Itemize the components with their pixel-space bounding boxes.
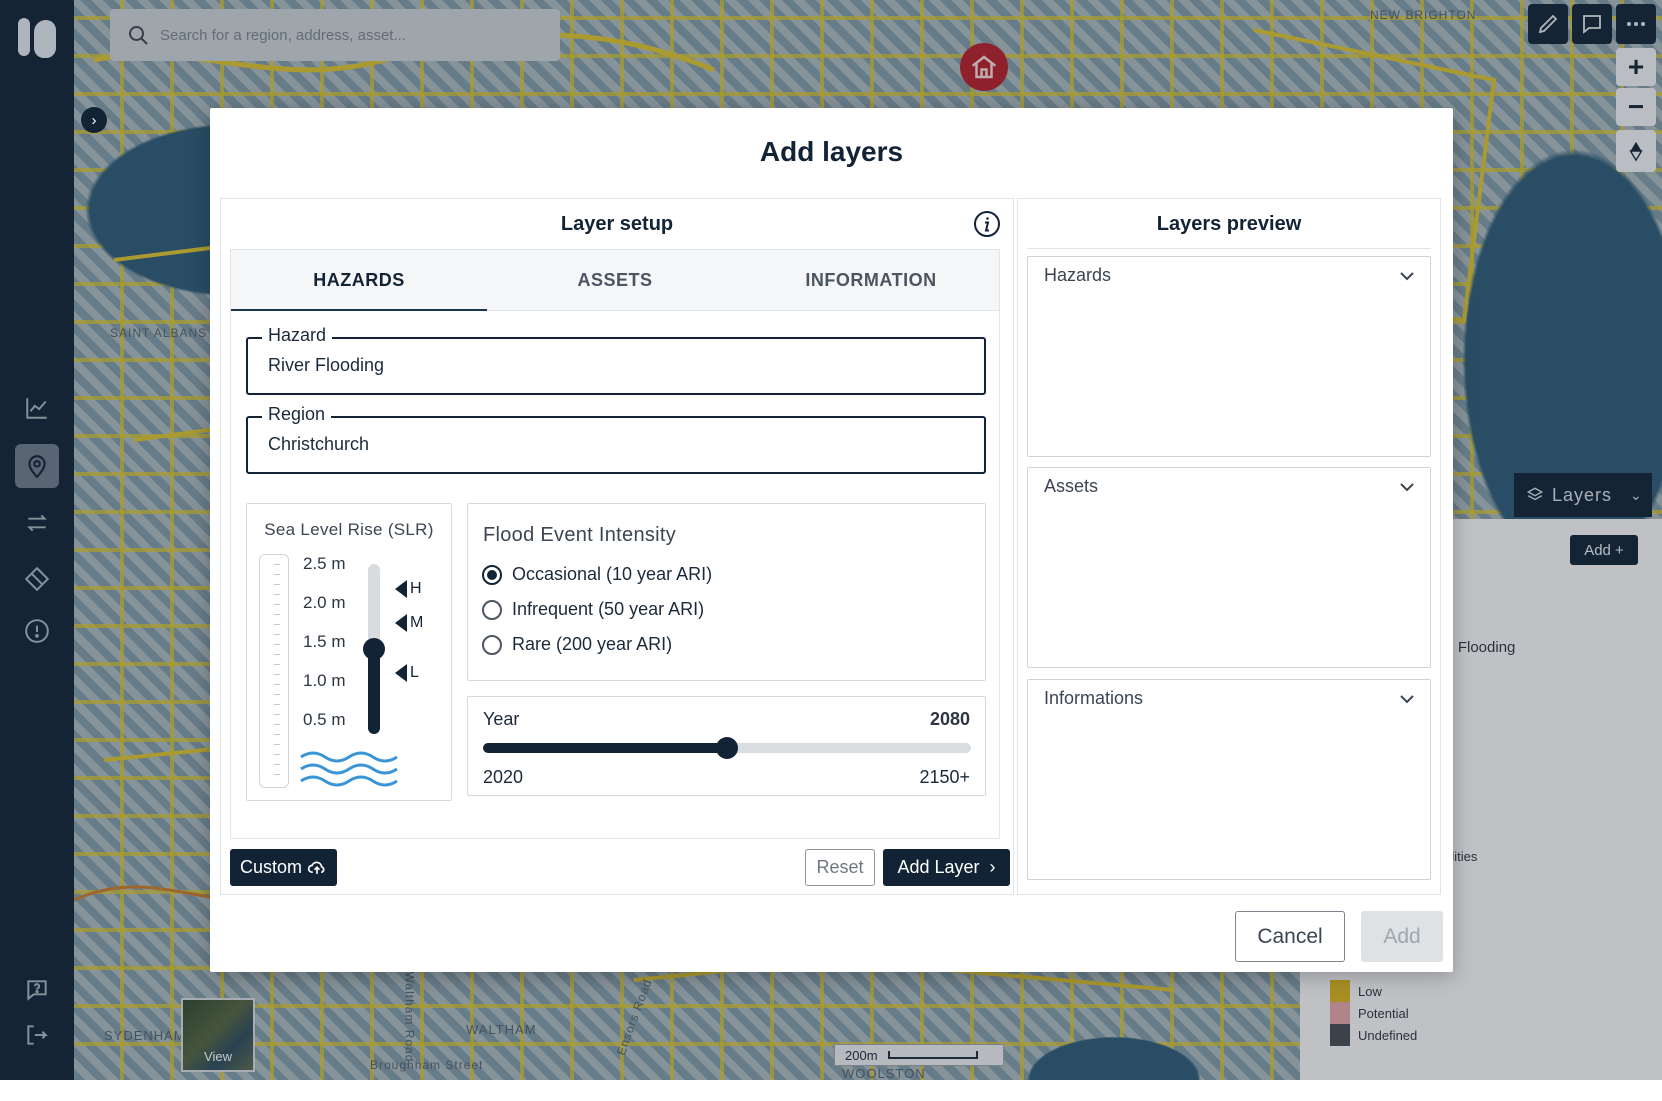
radio-unchecked-icon[interactable] <box>482 599 502 620</box>
chevron-down-icon[interactable] <box>1398 690 1416 708</box>
flood-intensity-group: Flood Event Intensity Occasional (10 yea… <box>467 503 986 681</box>
layers-preview-title: Layers preview <box>1156 213 1302 235</box>
hazard-value: River Flooding <box>268 355 385 375</box>
hazard-label: Hazard <box>262 325 333 346</box>
cancel-button[interactable]: Cancel <box>1235 911 1345 962</box>
year-max-label: 2150+ <box>919 767 970 787</box>
year-min-label: 2020 <box>483 767 524 787</box>
layers-preview-panel: Layers preview Hazards Assets Informatio… <box>1017 198 1441 895</box>
year-slider-fill <box>483 743 727 753</box>
divider <box>1027 248 1431 249</box>
radio-checked-icon[interactable] <box>482 564 502 585</box>
slr-ruler <box>259 554 289 788</box>
slr-marker-medium: M <box>395 614 423 632</box>
dialog-title: Add layers <box>759 136 904 167</box>
tab-information[interactable]: INFORMATION <box>743 250 999 310</box>
hazard-select[interactable]: Hazard River Flooding <box>246 325 986 395</box>
layer-setup-tabs: HAZARDS ASSETS INFORMATION <box>230 249 1000 311</box>
reset-button[interactable]: Reset <box>805 849 875 886</box>
year-slider-handle[interactable] <box>716 737 738 759</box>
water-waves-icon <box>300 751 398 787</box>
region-select[interactable]: Region Christchurch <box>246 404 986 474</box>
add-layer-button[interactable]: Add Layer › <box>883 849 1010 886</box>
slr-marker-high: H <box>395 580 422 598</box>
chevron-down-icon[interactable] <box>1398 478 1416 496</box>
radio-rare[interactable]: Rare (200 year ARI) <box>482 634 672 655</box>
slr-tick-label: 0.5 m <box>303 710 346 729</box>
preview-section-informations[interactable]: Informations <box>1027 679 1431 880</box>
slr-slider-fill <box>368 649 380 734</box>
custom-button-label: Custom <box>239 857 302 877</box>
slr-tick-label: 1.0 m <box>303 671 346 690</box>
radio-label: Occasional (10 year ARI) <box>512 564 713 584</box>
cloud-upload-icon <box>307 861 325 874</box>
hazards-tab-panel: Hazard River Flooding Region Christchurc… <box>230 311 1000 839</box>
radio-occasional[interactable]: Occasional (10 year ARI) <box>482 564 712 585</box>
preview-section-hazards[interactable]: Hazards <box>1027 256 1431 457</box>
add-layer-label: Add Layer <box>897 857 980 877</box>
radio-unchecked-icon[interactable] <box>482 634 502 655</box>
preview-section-assets[interactable]: Assets <box>1027 467 1431 668</box>
year-value: 2080 <box>929 709 970 729</box>
region-value: Christchurch <box>268 434 370 454</box>
slr-tick-label: 2.0 m <box>303 593 346 612</box>
flood-intensity-title: Flood Event Intensity <box>483 524 677 546</box>
layer-setup-panel: Layer setup HAZARDS ASSETS INFORMATION H… <box>220 198 1014 895</box>
slr-marker-low: L <box>395 664 419 682</box>
chevron-right-icon: › <box>989 857 996 877</box>
slr-tick-label: 2.5 m <box>303 554 346 573</box>
slr-title: Sea Level Rise (SLR) <box>264 520 434 539</box>
sea-level-rise-control: Sea Level Rise (SLR) 2.5 m 2.0 m 1.5 m 1… <box>246 503 452 801</box>
sidebar-expand-chevron-icon[interactable]: › <box>81 107 107 133</box>
custom-upload-button[interactable]: Custom <box>230 849 337 886</box>
add-layers-dialog: Add layers Layer setup HAZARDS ASSETS IN… <box>210 108 1453 972</box>
slr-slider-handle[interactable] <box>363 638 385 660</box>
preview-section-label: Hazards <box>1044 265 1112 285</box>
year-label: Year <box>483 709 520 729</box>
layer-setup-title: Layer setup <box>560 213 674 235</box>
radio-label: Infrequent (50 year ARI) <box>512 599 705 619</box>
info-icon[interactable] <box>973 210 1001 238</box>
tab-hazards[interactable]: HAZARDS <box>231 250 487 311</box>
add-button-disabled[interactable]: Add <box>1361 911 1443 962</box>
slr-tick-label: 1.5 m <box>303 632 346 651</box>
radio-infrequent[interactable]: Infrequent (50 year ARI) <box>482 599 704 620</box>
preview-section-label: Informations <box>1044 688 1144 708</box>
tab-assets[interactable]: ASSETS <box>487 250 743 310</box>
chevron-down-icon[interactable] <box>1398 267 1416 285</box>
preview-section-label: Assets <box>1044 476 1099 496</box>
region-label: Region <box>262 404 332 425</box>
radio-label: Rare (200 year ARI) <box>512 634 673 654</box>
year-slider-control: Year 2080 2020 2150+ <box>467 696 986 796</box>
